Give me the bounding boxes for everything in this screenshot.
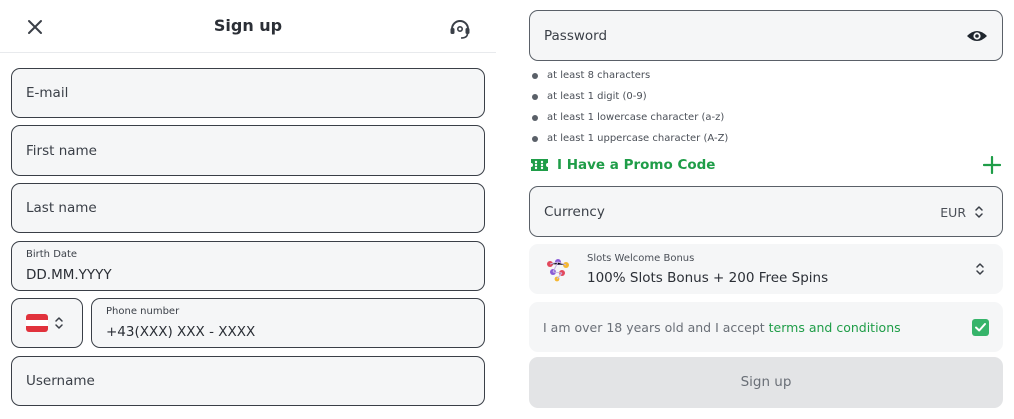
slots-bonus-icon [543,256,573,282]
username-placeholder: Username [26,373,95,389]
bonus-select[interactable]: Slots Welcome Bonus 100% Slots Bonus + 2… [529,244,1003,294]
birth-date-value: DD.MM.YYYY [26,267,112,283]
email-placeholder: E-mail [26,85,69,101]
first-name-field[interactable]: First name [11,125,485,176]
email-field[interactable]: E-mail [11,68,485,118]
last-name-placeholder: Last name [26,200,97,216]
password-rule: at least 8 characters [532,68,728,89]
eye-icon[interactable] [966,27,988,45]
birth-date-label: Birth Date [26,249,78,260]
country-code-select[interactable] [11,298,83,348]
phone-label: Phone number [106,306,180,317]
bonus-value: 100% Slots Bonus + 200 Free Spins [587,270,829,286]
password-rules-list: at least 8 characters at least 1 digit (… [532,68,728,152]
chevron-updown-icon [974,204,984,220]
check-icon [975,323,986,332]
headset-icon[interactable] [446,14,474,42]
bullet-icon [532,136,538,142]
bonus-label: Slots Welcome Bonus [587,253,695,264]
header: Sign up [0,0,496,53]
terms-text: I am over 18 years old and I accept term… [543,320,901,335]
chevron-updown-icon [54,315,64,331]
ticket-icon [530,157,549,173]
promo-code-label: I Have a Promo Code [557,157,716,173]
bullet-icon [532,94,538,100]
username-field[interactable]: Username [11,356,485,406]
currency-value: EUR [940,205,966,220]
last-name-field[interactable]: Last name [11,183,485,233]
password-rule: at least 1 uppercase character (A-Z) [532,131,728,152]
page-title: Sign up [213,16,283,35]
bullet-icon [532,115,538,121]
terms-link[interactable]: terms and conditions [769,320,901,335]
bullet-icon [532,73,538,79]
currency-select[interactable]: Currency EUR [529,186,1003,237]
password-rule: at least 1 lowercase character (a-z) [532,110,728,131]
password-rule: at least 1 digit (0-9) [532,89,728,110]
first-name-placeholder: First name [26,142,97,159]
terms-checkbox[interactable] [972,319,989,336]
phone-value: +43(XXX) XXX - XXXX [106,324,256,340]
birth-date-field[interactable]: Birth Date DD.MM.YYYY [11,241,485,291]
currency-label: Currency [544,204,605,220]
plus-icon[interactable] [982,155,1002,175]
password-field[interactable]: Password [529,10,1003,61]
terms-row: I am over 18 years old and I accept term… [529,302,1003,352]
chevron-updown-icon [975,261,985,277]
phone-field[interactable]: Phone number +43(XXX) XXX - XXXX [91,298,485,348]
password-placeholder: Password [544,28,608,44]
sign-up-button[interactable]: Sign up [529,357,1003,408]
signup-panel-left: Sign up E-mail First name Last name Birt… [0,0,496,419]
promo-code-toggle[interactable]: I Have a Promo Code [529,154,1003,178]
austria-flag-icon [26,314,48,332]
signup-panel-right: Password at least 8 characters at least … [510,0,1014,419]
